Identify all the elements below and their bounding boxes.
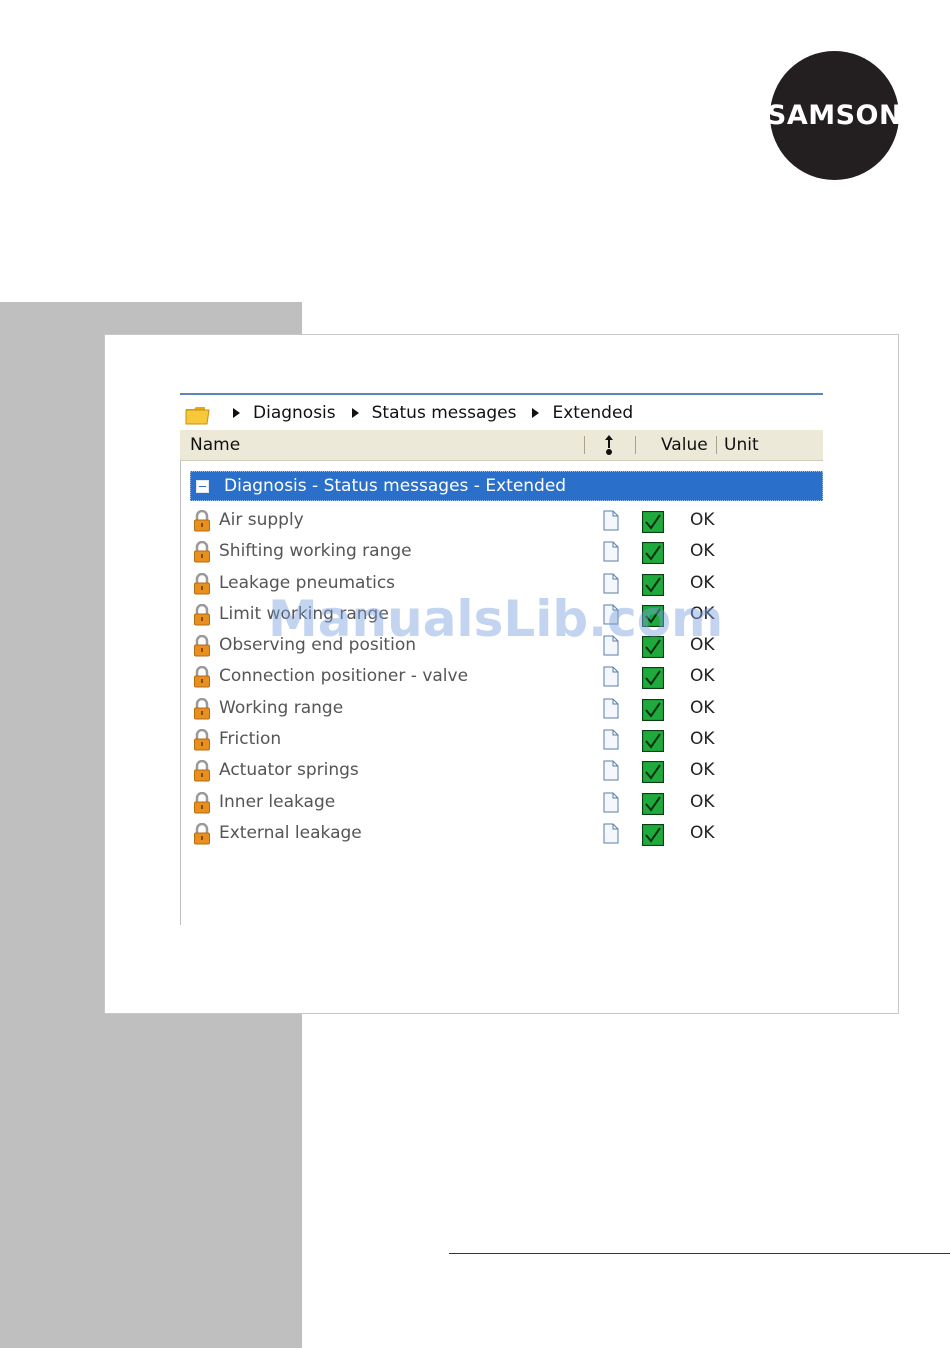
sort-arrows-icon[interactable]: [603, 434, 615, 456]
column-divider[interactable]: [584, 436, 585, 454]
document-icon[interactable]: [603, 760, 619, 781]
column-header-value[interactable]: Value: [661, 435, 708, 455]
document-icon[interactable]: [603, 698, 619, 719]
document-icon[interactable]: [603, 510, 619, 531]
checkbox-checked-icon[interactable]: [641, 667, 665, 690]
row-value: OK: [690, 822, 715, 843]
row-value: OK: [690, 729, 715, 750]
lock-icon: [193, 541, 211, 563]
table-row[interactable]: Friction OK: [180, 725, 823, 756]
table-row[interactable]: Air supply OK: [180, 506, 823, 537]
checkbox-checked-icon[interactable]: [641, 792, 665, 815]
breadcrumb: Diagnosis Status messages Extended: [180, 393, 823, 431]
table-row[interactable]: Connection positioner - valve OK: [180, 662, 823, 693]
row-name: Connection positioner - valve: [219, 666, 469, 687]
breadcrumb-arrow-icon: [532, 408, 540, 418]
logo-text: SAMSON: [766, 100, 903, 131]
checkbox-checked-icon[interactable]: [641, 729, 665, 753]
row-value: OK: [690, 666, 715, 687]
breadcrumb-arrow-icon: [233, 408, 240, 418]
checkbox-checked-icon[interactable]: [641, 823, 665, 847]
lock-icon: [193, 728, 211, 751]
row-name: Actuator springs: [219, 760, 359, 781]
row-name: Air supply: [219, 510, 304, 530]
table-header: Name Value Unit: [180, 430, 823, 461]
group-row-selected[interactable]: Diagnosis - Status messages - Extended: [190, 471, 823, 501]
lock-icon: [193, 791, 211, 814]
status-list: Air supply OK Shifting working range OK Leak…: [180, 506, 823, 850]
diagnosis-panel: Diagnosis Status messages Extended Name …: [180, 393, 823, 925]
table-row[interactable]: Shifting working range OK: [180, 537, 823, 568]
lock-icon: [193, 666, 211, 688]
row-value: OK: [690, 510, 715, 530]
table-row[interactable]: Actuator springs OK: [180, 756, 823, 787]
minus-icon[interactable]: [196, 479, 209, 493]
table-row[interactable]: External leakage OK: [180, 819, 823, 850]
column-header-name[interactable]: Name: [190, 435, 240, 455]
row-value: OK: [690, 541, 715, 562]
document-icon[interactable]: [603, 823, 619, 844]
breadcrumb-item-diagnosis[interactable]: Diagnosis: [253, 403, 336, 423]
row-name: Friction: [219, 729, 282, 750]
row-name: Inner leakage: [219, 791, 336, 812]
document-icon[interactable]: [603, 666, 619, 687]
breadcrumb-arrow-icon: [351, 408, 359, 418]
row-value: OK: [690, 760, 715, 781]
document-icon[interactable]: [603, 541, 619, 562]
group-label: Diagnosis - Status messages - Extended: [224, 476, 567, 496]
samson-logo: SAMSON: [766, 51, 903, 180]
column-header-unit[interactable]: Unit: [724, 435, 759, 455]
row-value: OK: [690, 697, 715, 718]
lock-icon: [193, 760, 211, 782]
checkbox-checked-icon[interactable]: [641, 510, 665, 534]
lock-icon: [193, 603, 211, 626]
lock-icon: [193, 509, 211, 532]
document-icon[interactable]: [603, 792, 619, 813]
document-icon[interactable]: [603, 729, 619, 750]
table-row[interactable]: Working range OK: [180, 694, 823, 725]
watermark: ManualsLib.com: [268, 590, 724, 648]
screenshot-frame: Diagnosis Status messages Extended Name …: [104, 334, 899, 1014]
row-name: External leakage: [219, 822, 362, 843]
folder-icon[interactable]: [185, 404, 211, 425]
row-name: Shifting working range: [219, 541, 412, 562]
breadcrumb-item-status-messages[interactable]: Status messages: [372, 403, 517, 423]
checkbox-checked-icon[interactable]: [641, 542, 665, 565]
breadcrumb-item-extended[interactable]: Extended: [552, 403, 633, 423]
footer-rule: [449, 1253, 950, 1254]
checkbox-checked-icon[interactable]: [641, 761, 665, 784]
column-divider[interactable]: [716, 436, 717, 454]
lock-icon: [193, 572, 211, 595]
checkbox-checked-icon[interactable]: [641, 698, 665, 721]
table-row[interactable]: Inner leakage OK: [180, 788, 823, 819]
column-divider[interactable]: [635, 436, 636, 454]
lock-icon: [193, 822, 211, 845]
row-value: OK: [690, 791, 715, 812]
lock-icon: [193, 635, 211, 657]
lock-icon: [193, 697, 211, 720]
row-name: Working range: [219, 697, 344, 718]
